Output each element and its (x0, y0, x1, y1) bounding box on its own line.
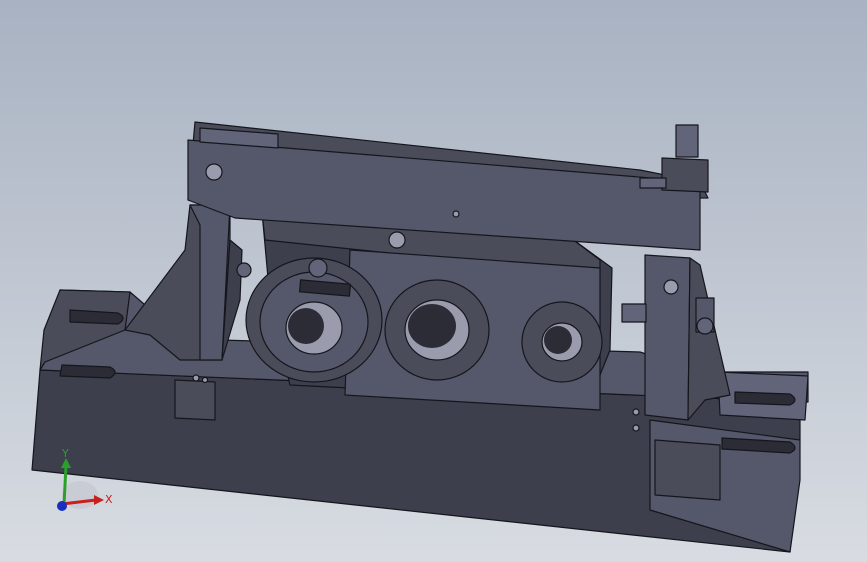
model-view[interactable]: X Y (0, 0, 867, 562)
y-axis-arrow (62, 465, 68, 505)
roller-left[interactable] (245, 257, 383, 383)
x-axis-label: X (105, 493, 113, 506)
cad-viewport[interactable]: X Y (0, 0, 867, 562)
roller-housing[interactable] (245, 211, 613, 411)
z-axis-dot (57, 501, 67, 511)
roller-middle[interactable] (384, 279, 490, 381)
roller-right[interactable] (521, 301, 603, 383)
y-axis-label: Y (61, 447, 69, 460)
